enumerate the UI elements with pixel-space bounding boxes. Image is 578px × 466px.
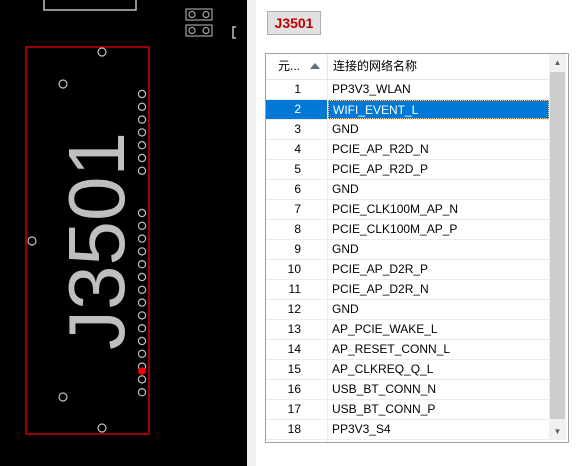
pin-number-cell: 1	[266, 80, 328, 99]
pin-pad[interactable]	[137, 349, 147, 358]
net-name-cell: PCIE_AP_D2R_N	[332, 282, 429, 296]
table-row[interactable]: 6 GND	[266, 180, 549, 200]
pin-number-cell: 4	[266, 140, 328, 159]
table-row[interactable]: 14 AP_RESET_CONN_L	[266, 340, 549, 360]
table-row[interactable]: 5 PCIE_AP_R2D_P	[266, 160, 549, 180]
net-name-cell: USB_BT_CONN_N	[332, 382, 437, 396]
net-name-cell: PCIE_AP_R2D_P	[332, 162, 429, 176]
table-row[interactable]: 2 WIFI_EVENT_L	[266, 100, 549, 120]
pin-number-cell: 16	[266, 380, 328, 399]
pin-number-cell: 18	[266, 420, 328, 439]
pin-number-cell: 19	[266, 440, 328, 442]
small-component-1	[185, 8, 213, 21]
table-row[interactable]: 4 PCIE_AP_R2D_N	[266, 140, 549, 160]
panel-divider[interactable]	[247, 0, 256, 466]
net-name-cell: PCIE_AP_R2D_N	[332, 142, 429, 156]
component-ref-button[interactable]: J3501	[267, 11, 321, 35]
selected-pin-pad[interactable]	[138, 367, 146, 375]
table-row[interactable]: 17 USB_BT_CONN_P	[266, 400, 549, 420]
edge-component	[232, 26, 236, 39]
pin-number-cell: 14	[266, 340, 328, 359]
net-name-cell: GND	[332, 182, 359, 196]
pin-pad[interactable]	[137, 388, 147, 397]
net-name-cell: PCIE_CLK100M_AP_N	[332, 202, 459, 216]
table-row[interactable]: 12 GND	[266, 300, 549, 320]
table-row[interactable]: 7 PCIE_CLK100M_AP_N	[266, 200, 549, 220]
table-row[interactable]: 9 GND	[266, 240, 549, 260]
pin-number-cell: 10	[266, 260, 328, 279]
mounting-hole	[58, 79, 68, 89]
mounting-hole	[58, 392, 68, 402]
pin-number-cell: 6	[266, 180, 328, 199]
pin-number-cell: 13	[266, 320, 328, 339]
table-row[interactable]: 13 AP_PCIE_WAKE_L	[266, 320, 549, 340]
net-name-cell: GND	[332, 302, 359, 316]
pin-number-cell: 2	[266, 100, 328, 119]
table-header: 元... 连接的网络名称	[266, 54, 549, 80]
net-name-cell: PP3V3_S4	[332, 422, 391, 436]
pin-number-cell: 7	[266, 200, 328, 219]
table-row[interactable]: 11 PCIE_AP_D2R_N	[266, 280, 549, 300]
pin-number-cell: 9	[266, 240, 328, 259]
table-row[interactable]: 15 AP_CLKREQ_Q_L	[266, 360, 549, 380]
net-name-cell: AP_PCIE_WAKE_L	[332, 322, 438, 336]
table-row[interactable]: 1 PP3V3_WLAN	[266, 80, 549, 100]
table-row[interactable]: 16 USB_BT_CONN_N	[266, 380, 549, 400]
small-component-2	[185, 24, 213, 37]
net-name-cell: GND	[332, 242, 359, 256]
table-row[interactable]: 18 PP3V3_S4	[266, 420, 549, 440]
table-row[interactable]: 8 PCIE_CLK100M_AP_P	[266, 220, 549, 240]
mounting-hole	[27, 236, 37, 246]
pcb-viewer[interactable]: J3501	[0, 0, 247, 466]
vertical-scrollbar[interactable]: ▲ ▼	[549, 54, 566, 440]
table-row[interactable]: 10 PCIE_AP_D2R_P	[266, 260, 549, 280]
column-header-pin[interactable]: 元...	[266, 54, 328, 79]
net-name-cell: AP_CLKREQ_Q_L	[332, 362, 434, 376]
pin-pad[interactable]	[137, 375, 147, 384]
top-component-outline	[43, 0, 137, 11]
table-body: 1 PP3V3_WLAN 2 WIFI_EVENT_L 3 GND 4 PCIE_AP_R2D…	[266, 80, 549, 442]
pin-number-cell: 5	[266, 160, 328, 179]
table-row[interactable]: 3 GND	[266, 120, 549, 140]
pin-number-cell: 17	[266, 400, 328, 419]
net-name-cell: GND	[328, 440, 549, 442]
mounting-hole	[97, 423, 107, 433]
net-name-cell: PCIE_AP_D2R_P	[332, 262, 429, 276]
pin-number-cell: 3	[266, 120, 328, 139]
column-header-pin-label: 元...	[278, 59, 301, 73]
pin-pad[interactable]	[137, 115, 147, 124]
pin-number-cell: 8	[266, 220, 328, 239]
mounting-hole	[97, 47, 107, 57]
pin-pad[interactable]	[137, 89, 147, 99]
pin-number-cell: 15	[266, 360, 328, 379]
pin-pad[interactable]	[137, 102, 147, 112]
scroll-down-arrow-icon[interactable]: ▼	[549, 423, 566, 440]
net-name-cell: USB_BT_CONN_P	[332, 402, 436, 416]
table-row[interactable]: 19GND	[266, 440, 549, 442]
scroll-up-arrow-icon[interactable]: ▲	[549, 54, 566, 71]
pin-number-cell: 12	[266, 300, 328, 319]
scrollbar-thumb[interactable]	[550, 72, 565, 419]
silkscreen-ref: J3501	[52, 132, 141, 350]
net-table[interactable]: 元... 连接的网络名称 1 PP3V3_WLAN 2 WIFI_EVENT_L 3 GN…	[265, 53, 569, 443]
net-name-cell: WIFI_EVENT_L	[328, 100, 549, 119]
sort-ascending-icon	[310, 63, 320, 69]
column-header-net[interactable]: 连接的网络名称	[328, 54, 549, 79]
pcb-canvas[interactable]: J3501	[0, 0, 247, 466]
net-name-cell: PCIE_CLK100M_AP_P	[332, 222, 458, 236]
net-name-cell: PP3V3_WLAN	[332, 82, 411, 96]
net-name-cell: GND	[332, 122, 359, 136]
net-name-cell: AP_RESET_CONN_L	[332, 342, 451, 356]
pin-number-cell: 11	[266, 280, 328, 299]
